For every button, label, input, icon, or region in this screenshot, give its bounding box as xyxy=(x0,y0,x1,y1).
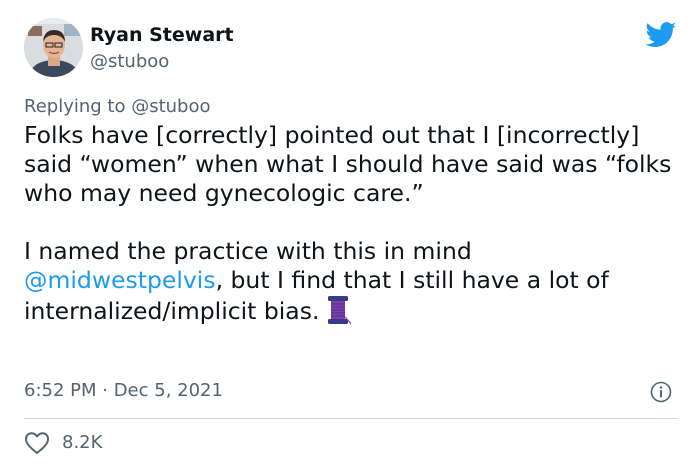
replying-to-label: Replying to xyxy=(24,96,132,117)
tweet-paragraph-2: I named the practice with this in mind @… xyxy=(24,237,674,326)
tweet-paragraph-1: Folks have [correctly] pointed out that … xyxy=(24,121,672,207)
replying-to-line: Replying to @stuboo xyxy=(24,95,211,119)
avatar[interactable] xyxy=(24,18,83,77)
replying-to-mention[interactable]: @stuboo xyxy=(131,96,210,117)
tweet-text: Folks have [correctly] pointed out that … xyxy=(24,121,674,326)
avatar-image xyxy=(24,18,83,77)
divider xyxy=(24,418,678,419)
like-count: 8.2K xyxy=(62,432,103,453)
like-button[interactable]: 8.2K xyxy=(24,430,102,456)
tweet-card: Ryan Stewart @stuboo Replying to @stuboo… xyxy=(0,0,700,471)
display-name[interactable]: Ryan Stewart xyxy=(90,22,234,48)
heart-icon xyxy=(24,432,50,454)
user-handle[interactable]: @stuboo xyxy=(90,50,169,74)
thread-spool-emoji-icon xyxy=(328,296,352,325)
twitter-bird-icon[interactable] xyxy=(645,22,677,48)
tweet-paragraph-2-start: I named the practice with this in mind xyxy=(24,237,472,265)
mention-link[interactable]: @midwestpelvis xyxy=(24,266,216,294)
info-icon[interactable] xyxy=(650,381,672,403)
tweet-timestamp[interactable]: 6:52 PM · Dec 5, 2021 xyxy=(24,379,223,403)
